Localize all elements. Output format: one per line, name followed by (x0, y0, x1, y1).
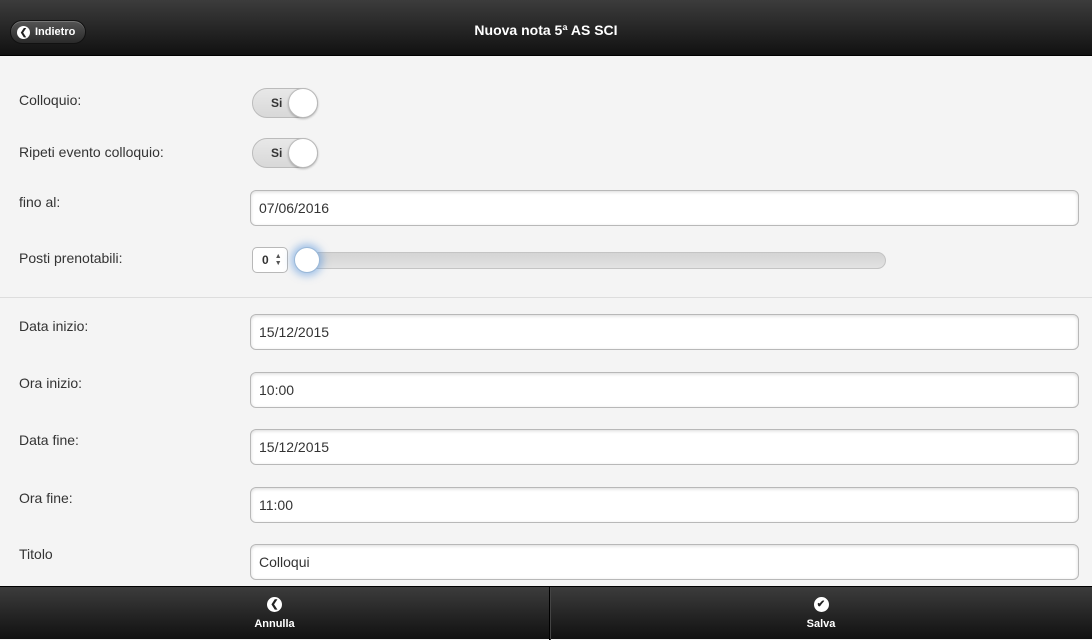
data-fine-input[interactable]: 15/12/2015 (250, 429, 1079, 465)
cancel-button-label: Annulla (254, 618, 295, 630)
toggle-knob (288, 88, 318, 118)
posti-slider-track[interactable] (300, 252, 886, 269)
ora-inizio-label: Ora inizio: (19, 375, 83, 391)
ora-fine-label: Ora fine: (19, 490, 73, 506)
fino-al-label: fino al: (19, 194, 61, 210)
posti-spinner[interactable]: 0 ▲ ▼ (252, 247, 288, 273)
fino-al-input[interactable]: 07/06/2016 (250, 190, 1079, 226)
header-bar: ❮ Indietro Nuova nota 5ª AS SCI (0, 0, 1092, 56)
spinner-arrows-icon[interactable]: ▲ ▼ (275, 253, 282, 267)
posti-label: Posti prenotabili: (19, 250, 123, 266)
check-icon: ✔ (813, 597, 829, 612)
ora-fine-input[interactable]: 11:00 (250, 487, 1079, 523)
cancel-button[interactable]: ❮ Annulla (0, 587, 549, 640)
save-button[interactable]: ✔ Salva (550, 587, 1092, 640)
page-title: Nuova nota 5ª AS SCI (474, 22, 618, 38)
footer-bar: ❮ Annulla ✔ Salva (0, 586, 1092, 640)
posti-slider-handle[interactable] (294, 247, 320, 273)
section-divider (0, 297, 1092, 298)
colloquio-toggle[interactable]: Si (252, 88, 318, 118)
save-button-label: Salva (806, 618, 836, 630)
ripeti-toggle[interactable]: Si (252, 138, 318, 168)
ora-inizio-input[interactable]: 10:00 (250, 372, 1079, 408)
data-inizio-input[interactable]: 15/12/2015 (250, 314, 1079, 350)
data-inizio-label: Data inizio: (19, 318, 89, 334)
titolo-input[interactable]: Colloqui (250, 544, 1079, 580)
titolo-label: Titolo (19, 546, 53, 562)
ripeti-label: Ripeti evento colloquio: (19, 144, 164, 160)
colloquio-toggle-label: Si (271, 96, 283, 110)
data-fine-label: Data fine: (19, 432, 79, 448)
toggle-knob (288, 138, 318, 168)
colloquio-label: Colloquio: (19, 92, 82, 108)
posti-value: 0 (262, 253, 269, 267)
form-content: Colloquio: Si Ripeti evento colloquio: S… (0, 56, 1092, 586)
ripeti-toggle-label: Si (271, 146, 283, 160)
chevron-left-icon: ❮ (267, 597, 282, 612)
